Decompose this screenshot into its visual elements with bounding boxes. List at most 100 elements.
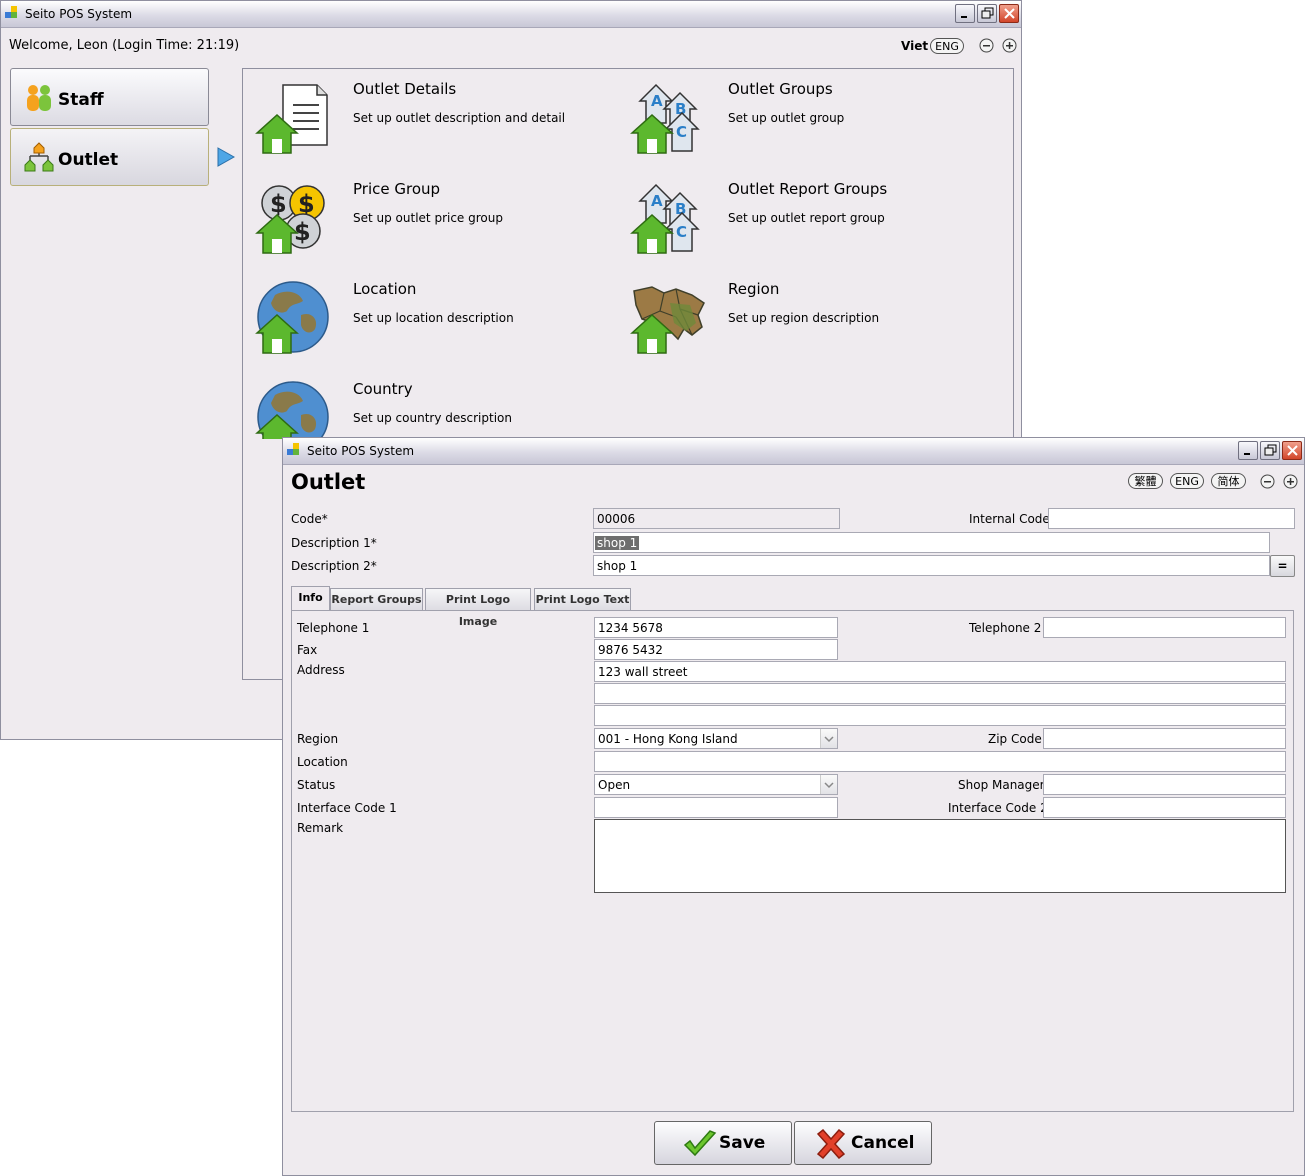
restore-icon [1264,444,1277,456]
fax-field[interactable]: 9876 5432 [594,639,838,660]
fax-label: Fax [297,643,318,657]
language-current: Viet [901,39,929,53]
chevron-down-icon [824,736,834,743]
globe-house-icon [255,381,329,439]
interface-code1-field[interactable] [594,797,838,818]
chevron-down-icon [824,782,834,789]
zoom-in-icon[interactable] [1283,474,1298,489]
outlet-report-groups-desc: Set up outlet report group [728,211,885,225]
status-select[interactable]: Open [594,774,838,795]
interface-code2-label: Interface Code 2 [948,801,1048,815]
country-desc: Set up country description [353,411,512,425]
outlet-details-desc: Set up outlet description and detail [353,111,566,125]
remark-textarea[interactable] [594,819,1286,893]
abc-house-icon: A B C [630,83,700,154]
nav-staff-label: Staff [58,90,104,110]
tab-print-logo-text[interactable]: Print Logo Text [534,588,631,611]
description1-selected-text: shop 1 [595,536,640,550]
minimize-icon [1244,453,1250,455]
dialog-window-title: Seito POS System [307,444,415,458]
telephone1-field[interactable]: 1234 5678 [594,617,838,638]
internal-code-label: Internal Code [969,512,1050,526]
main-titlebar[interactable]: Seito POS System [1,1,1021,28]
price-group-desc: Set up outlet price group [353,211,503,225]
language-eng-button[interactable]: ENG [930,38,964,54]
shop-manager-field[interactable] [1043,774,1286,795]
lang-eng-button[interactable]: ENG [1170,473,1204,489]
region-title: Region [728,280,780,298]
minimize-button[interactable] [955,4,975,23]
dialog-heading: Outlet [291,470,366,494]
remark-label: Remark [297,821,344,835]
svg-text:C: C [676,123,687,141]
status-select-value: Open [598,778,631,792]
location-desc: Set up location description [353,311,514,325]
dialog-close-button[interactable] [1282,441,1302,460]
description1-field[interactable]: shop 1 [593,532,1270,553]
main-window-title: Seito POS System [25,7,133,21]
close-icon [1004,8,1015,19]
restore-button[interactable] [977,4,997,23]
zoom-out-icon[interactable] [979,38,994,53]
description2-label: Description 2* [291,559,377,573]
telephone1-label: Telephone 1 [297,621,370,635]
code-label: Code* [291,512,328,526]
price-group-title: Price Group [353,180,441,198]
close-icon [1287,445,1298,456]
outlet-groups-title: Outlet Groups [728,80,833,98]
lang-trad-chinese-button[interactable]: 繁體 [1128,473,1163,489]
telephone2-field[interactable] [1043,617,1286,638]
description2-field[interactable]: shop 1 [593,555,1270,576]
outlet-details-title: Outlet Details [353,80,457,98]
location-field[interactable] [594,751,1286,772]
svg-text:A: A [651,92,663,110]
app-icon [287,443,299,455]
dialog-restore-button[interactable] [1260,441,1280,460]
tab-info[interactable]: Info [291,586,330,611]
nav-staff-button[interactable]: Staff [10,68,209,126]
internal-code-field[interactable] [1048,508,1295,529]
outlet-groups-desc: Set up outlet group [728,111,845,125]
region-select-value: 001 - Hong Kong Island [598,732,738,746]
zoom-in-icon[interactable] [1002,38,1017,53]
welcome-text: Welcome, Leon (Login Time: 21:19) [9,38,240,53]
description2-copy-button[interactable]: = [1270,555,1295,577]
region-desc: Set up region description [728,311,880,325]
zip-code-field[interactable] [1043,728,1286,749]
status-dropdown-button[interactable] [820,775,837,794]
description1-label: Description 1* [291,536,377,550]
dialog-minimize-button[interactable] [1238,441,1258,460]
abc-house-icon: A B C [630,183,700,254]
menu-item-country[interactable] [255,379,595,439]
restore-icon [981,7,994,19]
tab-print-logo-image[interactable]: Print Logo Image [425,588,531,628]
interface-code1-label: Interface Code 1 [297,801,397,815]
zoom-out-icon[interactable] [1260,474,1275,489]
address-line2-field[interactable] [594,683,1286,704]
region-dropdown-button[interactable] [820,729,837,748]
telephone2-label: Telephone 2 [969,621,1042,635]
cancel-button[interactable]: Cancel [794,1121,932,1165]
zip-code-label: Zip Code [988,732,1042,746]
map-house-icon [630,286,705,354]
dialog-titlebar[interactable]: Seito POS System [283,438,1304,465]
save-label: Save [719,1133,766,1153]
save-button[interactable]: Save [654,1121,792,1165]
country-title: Country [353,380,413,398]
close-button[interactable] [999,4,1019,23]
region-select[interactable]: 001 - Hong Kong Island [594,728,838,749]
lang-simp-chinese-button[interactable]: 简体 [1211,473,1246,489]
interface-code2-field[interactable] [1043,797,1286,818]
document-house-icon [255,84,328,154]
svg-text:C: C [676,223,687,241]
tab-report-groups[interactable]: Report Groups [330,588,423,611]
app-icon [5,6,17,18]
address-line1-field[interactable]: 123 wall street [594,661,1286,682]
selected-arrow-icon [217,147,235,167]
nav-outlet-label: Outlet [58,150,119,170]
address-line3-field[interactable] [594,705,1286,726]
nav-outlet-button[interactable]: Outlet [10,128,209,186]
code-field[interactable]: 00006 [593,508,840,529]
outlet-report-groups-title: Outlet Report Groups [728,180,888,198]
svg-text:$: $ [270,190,287,218]
